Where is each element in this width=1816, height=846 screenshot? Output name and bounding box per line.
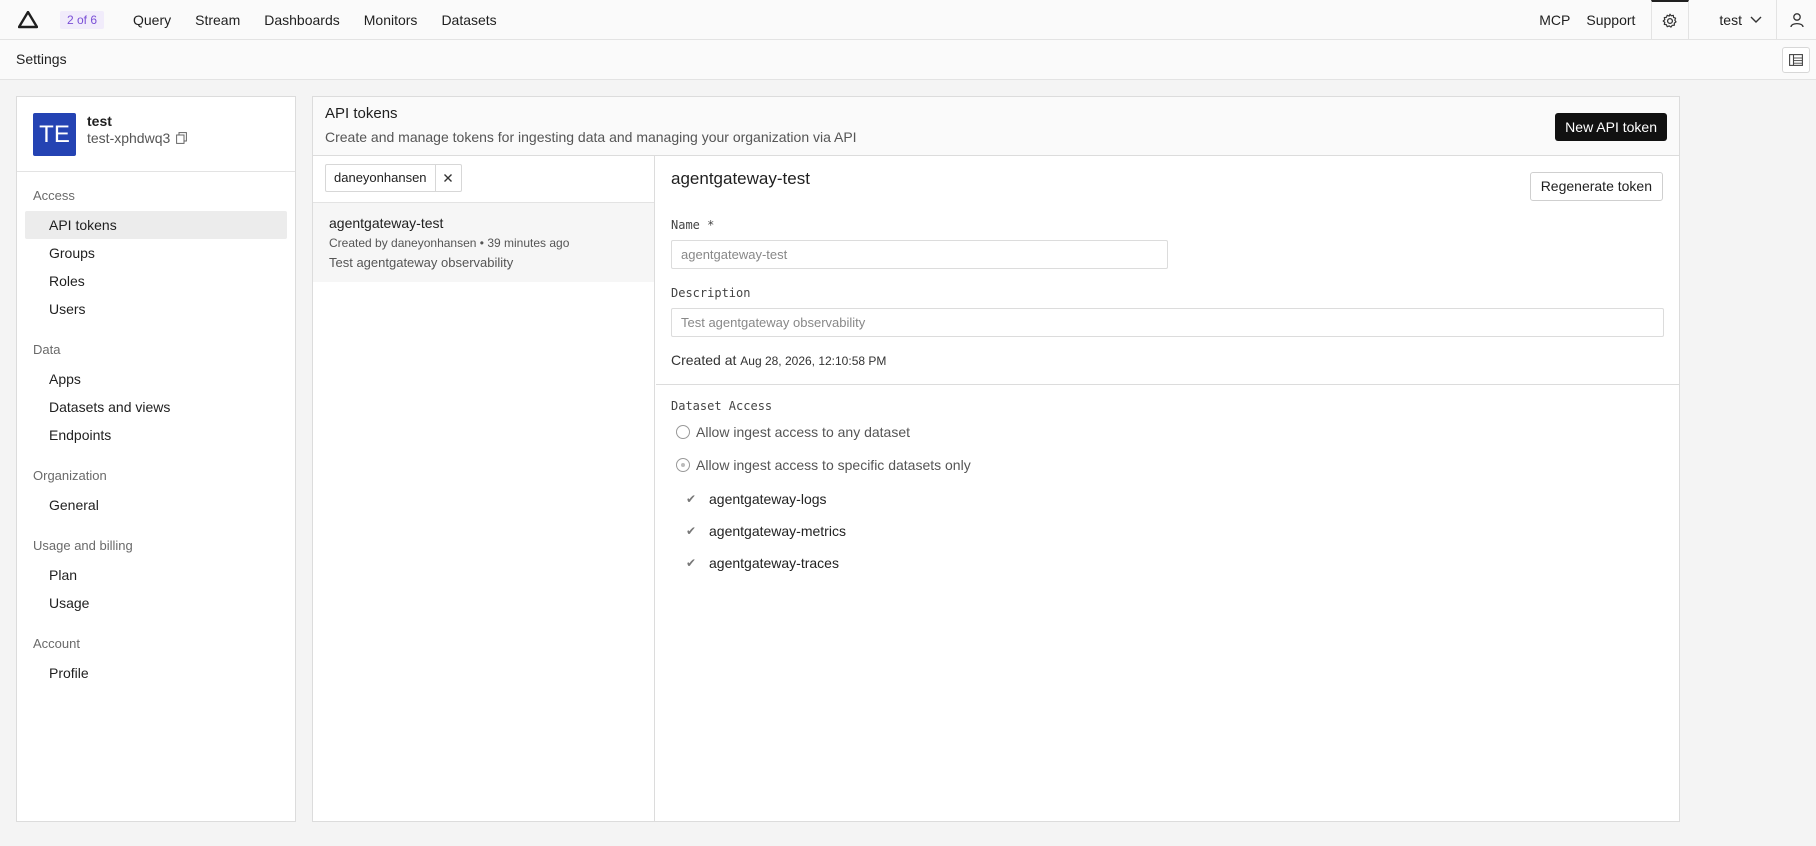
org-slug: test-xphdwq3	[87, 130, 188, 146]
regenerate-token-button[interactable]: Regenerate token	[1529, 172, 1663, 201]
section-label-usage-and-billing: Usage and billing	[33, 538, 133, 553]
created-at-value: Aug 28, 2026, 12:10:58 PM	[740, 354, 887, 368]
dataset-name-traces: agentgateway-traces	[709, 555, 839, 571]
table-layout-icon	[1789, 54, 1803, 66]
top-navigation-bar: 2 of 6 Query Stream Dashboards Monitors …	[0, 0, 1816, 40]
nav-dashboards[interactable]: Dashboards	[264, 12, 340, 28]
check-icon[interactable]: ✔	[683, 555, 699, 571]
token-detail-form: agentgateway-test Regenerate token Name …	[656, 156, 1679, 385]
main-nav: Query Stream Dashboards Monitors Dataset…	[133, 0, 497, 40]
radio-button[interactable]	[676, 425, 690, 439]
new-api-token-button[interactable]: New API token	[1555, 113, 1667, 141]
name-field[interactable]: agentgateway-test	[671, 240, 1168, 269]
copy-icon[interactable]	[176, 132, 188, 144]
description-field[interactable]: Test agentgateway observability	[671, 308, 1664, 337]
nav-datasets[interactable]: Datasets	[441, 12, 496, 28]
nav-stream[interactable]: Stream	[195, 12, 240, 28]
person-icon	[1789, 13, 1804, 28]
sidebar-item-roles[interactable]: Roles	[25, 267, 287, 295]
organization-header: TE test test-xphdwq3	[17, 97, 295, 172]
sidebar-item-api-tokens[interactable]: API tokens	[25, 211, 287, 239]
sidebar-item-endpoints[interactable]: Endpoints	[25, 421, 287, 449]
mcp-link[interactable]: MCP	[1539, 12, 1570, 28]
clear-filter-button[interactable]	[434, 165, 461, 191]
panel-header: API tokens Create and manage tokens for …	[313, 97, 1679, 156]
sidebar-item-general[interactable]: General	[25, 491, 287, 519]
sidebar-item-datasets-and-views[interactable]: Datasets and views	[25, 393, 287, 421]
sidebar-item-usage[interactable]: Usage	[25, 589, 287, 617]
sidebar-item-users[interactable]: Users	[25, 295, 287, 323]
section-label-account: Account	[33, 636, 80, 651]
dataset-checkbox-traces[interactable]: ✔ agentgateway-traces	[683, 555, 839, 571]
filter-chip-label[interactable]: daneyonhansen	[326, 165, 435, 191]
avatar: TE	[33, 113, 76, 156]
layout-toggle-button[interactable]	[1782, 47, 1810, 73]
list-item[interactable]: agentgateway-test Created by daneyonhans…	[313, 203, 654, 282]
user-menu[interactable]: test	[1701, 12, 1776, 28]
close-icon	[444, 174, 453, 182]
section-label-data: Data	[33, 342, 61, 357]
settings-button[interactable]	[1651, 0, 1690, 40]
created-at-label: Created at	[671, 352, 737, 368]
section-label-organization: Organization	[33, 468, 107, 483]
counter-badge[interactable]: 2 of 6	[60, 11, 105, 29]
axiom-logo-icon[interactable]	[18, 11, 38, 29]
name-label: Name *	[671, 218, 715, 232]
token-description: Test agentgateway observability	[329, 255, 514, 270]
chevron-down-icon	[1750, 16, 1762, 23]
panel-subtitle: Create and manage tokens for ingesting d…	[325, 129, 857, 145]
filter-chip: daneyonhansen	[325, 164, 462, 192]
settings-sidebar: TE test test-xphdwq3 Access API tokens G…	[16, 96, 296, 822]
org-slug-text: test-xphdwq3	[87, 130, 171, 146]
profile-button[interactable]	[1776, 0, 1816, 40]
radio-specific-datasets[interactable]: Allow ingest access to specific datasets…	[676, 457, 971, 473]
sidebar-item-apps[interactable]: Apps	[25, 365, 287, 393]
dataset-name-metrics: agentgateway-metrics	[709, 523, 846, 539]
radio-any-dataset-label: Allow ingest access to any dataset	[696, 424, 911, 440]
radio-any-dataset[interactable]: Allow ingest access to any dataset	[676, 424, 910, 440]
panel-title: API tokens	[325, 105, 398, 122]
dataset-checkbox-metrics[interactable]: ✔ agentgateway-metrics	[683, 523, 846, 539]
filter-row: daneyonhansen	[313, 156, 654, 203]
token-meta: Created by daneyonhansen • 39 minutes ag…	[329, 236, 570, 250]
gear-icon	[1663, 13, 1678, 28]
token-list: daneyonhansen agentgateway-test Created …	[313, 156, 655, 821]
check-icon[interactable]: ✔	[683, 523, 699, 539]
dataset-name-logs: agentgateway-logs	[709, 491, 827, 507]
token-detail-title: agentgateway-test	[671, 169, 810, 188]
org-name: test	[87, 113, 112, 129]
user-name: test	[1719, 12, 1742, 28]
token-name: agentgateway-test	[329, 215, 444, 231]
nav-query[interactable]: Query	[133, 12, 171, 28]
dataset-access-label: Dataset Access	[671, 399, 773, 413]
created-at-row: Created at Aug 28, 2026, 12:10:58 PM	[671, 352, 886, 368]
dataset-checkbox-logs[interactable]: ✔ agentgateway-logs	[683, 491, 827, 507]
sidebar-item-profile[interactable]: Profile	[25, 659, 287, 687]
radio-specific-datasets-label: Allow ingest access to specific datasets…	[696, 457, 971, 473]
sidebar-item-plan[interactable]: Plan	[25, 561, 287, 589]
token-detail: agentgateway-test Regenerate token Name …	[656, 156, 1679, 821]
page-title: Settings	[16, 51, 67, 67]
top-right-actions: MCP Support test	[1539, 0, 1816, 40]
radio-button-selected[interactable]	[676, 458, 690, 472]
sidebar-item-groups[interactable]: Groups	[25, 239, 287, 267]
check-icon[interactable]: ✔	[683, 491, 699, 507]
nav-monitors[interactable]: Monitors	[364, 12, 418, 28]
support-link[interactable]: Support	[1586, 12, 1635, 28]
section-label-access: Access	[33, 188, 75, 203]
description-label: Description	[671, 286, 751, 300]
page-header-bar: Settings	[0, 40, 1816, 80]
api-tokens-panel: API tokens Create and manage tokens for …	[312, 96, 1680, 822]
